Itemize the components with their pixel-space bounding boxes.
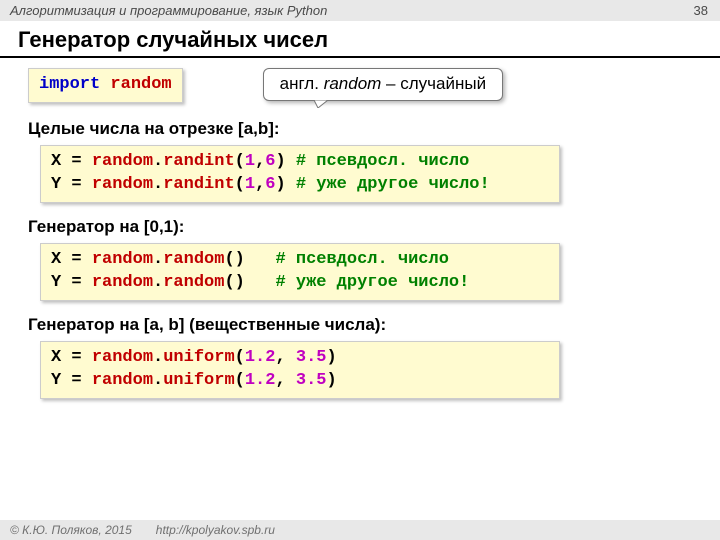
var: Y xyxy=(51,273,61,292)
obj: random xyxy=(92,175,153,194)
rp: ) xyxy=(326,348,336,367)
dot: . xyxy=(153,250,163,269)
eq: = xyxy=(71,175,81,194)
arg-b: 3.5 xyxy=(296,348,327,367)
var: X xyxy=(51,250,61,269)
translation-callout: англ. random – случайный xyxy=(263,68,503,101)
fn: uniform xyxy=(163,371,234,390)
var: Y xyxy=(51,371,61,390)
obj: random xyxy=(92,371,153,390)
fn: random xyxy=(163,273,224,292)
dot: . xyxy=(153,348,163,367)
callout-suffix: – случайный xyxy=(381,74,486,93)
callout-prefix: англ. xyxy=(280,74,324,93)
sp xyxy=(82,273,92,292)
sp xyxy=(82,152,92,171)
obj: random xyxy=(92,348,153,367)
comma: , xyxy=(275,348,285,367)
callout-word: random xyxy=(324,74,382,93)
lp: ( xyxy=(235,152,245,171)
heading-uniform: Генератор на [a, b] (вещественные числа)… xyxy=(0,315,720,335)
sp xyxy=(82,250,92,269)
keyword-import: import xyxy=(39,75,100,94)
rp: ) xyxy=(235,250,245,269)
dot: . xyxy=(153,273,163,292)
header-bar: Алгоритмизация и программирование, язык … xyxy=(0,0,720,21)
arg-b: 6 xyxy=(265,175,275,194)
code-ints: X = random.randint(1,6) # псевдосл. числ… xyxy=(40,145,560,203)
rp: ) xyxy=(275,152,285,171)
heading-ints: Целые числа на отрезке [a,b]: xyxy=(0,119,720,139)
heading-rand01: Генератор на [0,1): xyxy=(0,217,720,237)
import-code: import random xyxy=(28,68,183,103)
lp: ( xyxy=(235,175,245,194)
comma: , xyxy=(275,371,285,390)
arg-b: 6 xyxy=(265,152,275,171)
comma: , xyxy=(255,152,265,171)
comment: # псевдосл. число xyxy=(275,250,448,269)
comment: # уже другое число! xyxy=(275,273,469,292)
eq: = xyxy=(71,371,81,390)
sp xyxy=(82,175,92,194)
sp xyxy=(82,371,92,390)
page-number: 38 xyxy=(694,3,708,18)
lp: ( xyxy=(235,348,245,367)
intro-row: import random англ. random – случайный xyxy=(0,68,720,103)
section-ints: Целые числа на отрезке [a,b]: X = random… xyxy=(0,119,720,203)
dot: . xyxy=(153,175,163,194)
dot: . xyxy=(153,371,163,390)
lp: ( xyxy=(224,273,234,292)
footer-url: http://kpolyakov.spb.ru xyxy=(156,523,275,537)
sp xyxy=(82,348,92,367)
lp: ( xyxy=(235,371,245,390)
var: X xyxy=(51,152,61,171)
sp xyxy=(286,348,296,367)
course-title: Алгоритмизация и программирование, язык … xyxy=(10,3,327,18)
arg-a: 1.2 xyxy=(245,371,276,390)
var: Y xyxy=(51,175,61,194)
var: X xyxy=(51,348,61,367)
fn: randint xyxy=(163,152,234,171)
rp: ) xyxy=(235,273,245,292)
eq: = xyxy=(71,250,81,269)
module-random: random xyxy=(110,75,171,94)
arg-a: 1 xyxy=(245,175,255,194)
code-uniform: X = random.uniform(1.2, 3.5) Y = random.u… xyxy=(40,341,560,399)
dot: . xyxy=(153,152,163,171)
footer-bar: © К.Ю. Поляков, 2015 http://kpolyakov.sp… xyxy=(0,520,720,540)
eq: = xyxy=(71,152,81,171)
obj: random xyxy=(92,152,153,171)
fn: randint xyxy=(163,175,234,194)
arg-a: 1 xyxy=(245,152,255,171)
fn: uniform xyxy=(163,348,234,367)
arg-b: 3.5 xyxy=(296,371,327,390)
comment: # уже другое число! xyxy=(296,175,490,194)
eq: = xyxy=(71,273,81,292)
eq: = xyxy=(71,348,81,367)
page-title: Генератор случайных чисел xyxy=(0,21,720,58)
callout-tail-icon xyxy=(314,100,328,108)
rp: ) xyxy=(275,175,285,194)
lp: ( xyxy=(224,250,234,269)
section-uniform: Генератор на [a, b] (вещественные числа)… xyxy=(0,315,720,399)
sp xyxy=(286,371,296,390)
rp: ) xyxy=(326,371,336,390)
comment: # псевдосл. число xyxy=(296,152,469,171)
section-rand01: Генератор на [0,1): X = random.random() … xyxy=(0,217,720,301)
arg-a: 1.2 xyxy=(245,348,276,367)
copyright: © К.Ю. Поляков, 2015 xyxy=(10,523,132,537)
obj: random xyxy=(92,250,153,269)
code-rand01: X = random.random() # псевдосл. числоY =… xyxy=(40,243,560,301)
fn: random xyxy=(163,250,224,269)
comma: , xyxy=(255,175,265,194)
obj: random xyxy=(92,273,153,292)
